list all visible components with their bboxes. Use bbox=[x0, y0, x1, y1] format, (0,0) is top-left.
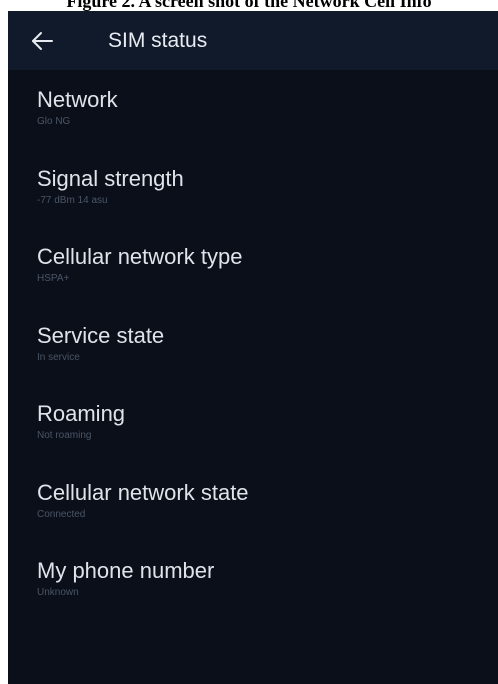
list-item-cellular-network-type[interactable]: Cellular network type HSPA+ bbox=[8, 227, 498, 306]
list-item-roaming[interactable]: Roaming Not roaming bbox=[8, 384, 498, 463]
list-item-cellular-network-state[interactable]: Cellular network state Connected bbox=[8, 463, 498, 542]
phone-screen: SIM status Network Glo NG Signal strengt… bbox=[8, 11, 498, 684]
item-title: Cellular network state bbox=[37, 479, 249, 505]
item-value: Connected bbox=[37, 508, 86, 520]
app-bar: SIM status bbox=[8, 11, 498, 70]
back-button[interactable] bbox=[30, 28, 56, 54]
item-value: In service bbox=[37, 351, 80, 363]
item-value: Not roaming bbox=[37, 430, 92, 441]
item-value: Unknown bbox=[37, 587, 79, 598]
item-title: Cellular network type bbox=[37, 244, 243, 269]
item-title: Signal strength bbox=[37, 165, 184, 191]
list-item-network[interactable]: Network Glo NG bbox=[8, 70, 498, 149]
arrow-left-icon bbox=[32, 32, 53, 50]
item-title: Network bbox=[37, 87, 118, 112]
figure-caption: Figure 2. A screen shot of the Network C… bbox=[66, 0, 432, 11]
sim-status-list: Network Glo NG Signal strength -77 dBm 1… bbox=[8, 70, 498, 620]
item-title: Service state bbox=[37, 322, 165, 348]
list-item-service-state[interactable]: Service state In service bbox=[8, 306, 498, 385]
list-item-signal-strength[interactable]: Signal strength -77 dBm 14 asu bbox=[8, 149, 498, 228]
item-title: Roaming bbox=[37, 401, 126, 426]
page-title: SIM status bbox=[108, 29, 208, 52]
list-item-my-phone-number[interactable]: My phone number Unknown bbox=[8, 541, 498, 620]
item-value: Glo NG bbox=[37, 116, 71, 127]
item-value: -77 dBm 14 asu bbox=[37, 194, 108, 206]
item-title: My phone number bbox=[37, 558, 215, 583]
item-value: HSPA+ bbox=[37, 273, 70, 284]
